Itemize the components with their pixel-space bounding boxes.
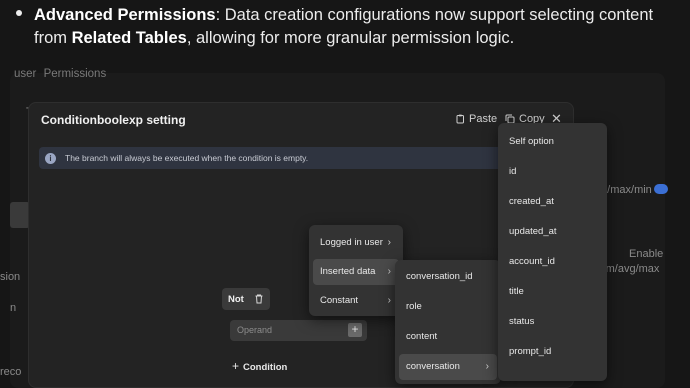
conversation-fields-menu: Self option id created_at updated_at acc… — [498, 123, 607, 381]
bg-tab-user[interactable]: user — [14, 68, 36, 80]
menu-item-logged-in-user[interactable]: Logged in user › — [313, 230, 399, 256]
inserted-data-fields-menu: conversation_id role content conversatio… — [395, 260, 501, 384]
feature-desc-2: , allowing for more granular permission … — [186, 29, 515, 47]
release-note-text: Advanced Permissions: Data creation conf… — [34, 4, 684, 50]
paste-icon — [456, 114, 464, 124]
menu-item-prompt-id[interactable]: prompt_id — [502, 339, 603, 365]
menu-item-label: created_at — [509, 196, 554, 207]
bg-selected-row — [10, 202, 30, 228]
chevron-right-icon: › — [387, 266, 391, 277]
plus-icon: + — [232, 359, 240, 373]
menu-item-label: Constant — [320, 295, 359, 306]
info-text: The branch will always be executed when … — [65, 153, 309, 163]
menu-item-label: prompt_id — [509, 346, 552, 357]
menu-item-inserted-data[interactable]: Inserted data › — [313, 259, 399, 285]
menu-item-label: status — [509, 316, 535, 327]
chevron-right-icon: › — [387, 295, 391, 306]
menu-item-label: Logged in user — [320, 237, 383, 248]
menu-item-label: role — [406, 301, 422, 312]
feature-title: Advanced Permissions — [34, 6, 216, 24]
bg-text-sion: sion — [0, 271, 21, 283]
bg-text-enable: Enable — [629, 248, 664, 260]
add-condition-label: Condition — [243, 362, 288, 373]
menu-item-conversation-id[interactable]: conversation_id — [399, 264, 497, 290]
menu-item-status[interactable]: status — [502, 309, 603, 335]
not-toggle-button[interactable]: Not — [222, 288, 270, 310]
chevron-right-icon: › — [485, 361, 489, 372]
menu-item-label: id — [509, 166, 517, 177]
menu-item-label: account_id — [509, 256, 555, 267]
bg-text-n: n — [10, 302, 17, 314]
menu-item-constant[interactable]: Constant › — [313, 288, 399, 314]
menu-item-label: content — [406, 331, 438, 342]
chevron-right-icon: › — [387, 237, 391, 248]
info-icon: i — [45, 152, 56, 164]
menu-item-id[interactable]: id — [502, 159, 603, 185]
menu-item-updated-at[interactable]: updated_at — [502, 219, 603, 245]
menu-item-label: Inserted data — [320, 266, 376, 277]
bg-text-reco: reco — [0, 366, 22, 378]
menu-item-label: Self option — [509, 136, 554, 147]
bg-toggle[interactable] — [654, 184, 668, 194]
related-tables-term: Related Tables — [71, 29, 187, 47]
operand-input[interactable]: Operand — [230, 320, 367, 341]
dialog-title: Conditionboolexp setting — [41, 113, 186, 127]
add-condition-button[interactable]: + Condition — [232, 359, 287, 373]
background-tabs: user Permissions — [14, 68, 110, 80]
menu-item-title[interactable]: title — [502, 279, 603, 305]
menu-item-content[interactable]: content — [399, 324, 497, 350]
paste-button[interactable]: Paste — [455, 113, 497, 125]
menu-item-label: conversation_id — [406, 271, 473, 282]
menu-item-account-id[interactable]: account_id — [502, 249, 603, 275]
menu-item-created-at[interactable]: created_at — [502, 189, 603, 215]
paste-label: Paste — [469, 113, 498, 125]
menu-item-label: title — [509, 286, 524, 297]
menu-item-self-option[interactable]: Self option — [502, 129, 603, 155]
menu-item-label: updated_at — [509, 226, 557, 237]
bullet-dot — [16, 10, 22, 16]
menu-item-conversation[interactable]: conversation › — [399, 354, 497, 380]
info-banner: i The branch will always be executed whe… — [39, 147, 507, 169]
trash-icon[interactable] — [252, 292, 266, 306]
menu-item-label: conversation — [406, 361, 460, 372]
operand-type-menu: Logged in user › Inserted data › Constant › — [309, 225, 403, 316]
plus-icon[interactable]: + — [348, 323, 362, 337]
not-label: Not — [228, 293, 244, 305]
bg-tab-permissions[interactable]: Permissions — [44, 68, 107, 80]
menu-item-role[interactable]: role — [399, 294, 497, 320]
